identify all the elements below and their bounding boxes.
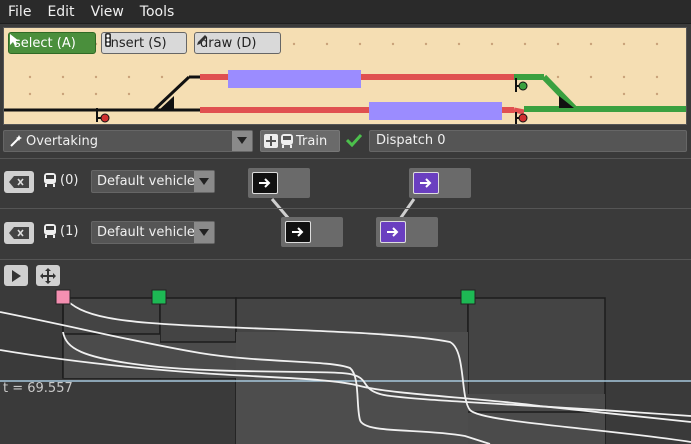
pencil-icon	[197, 35, 207, 45]
dispatch-field[interactable]: Dispatch 0	[369, 130, 687, 152]
signal-red-right[interactable]	[518, 113, 528, 123]
arrow-right-icon[interactable]	[252, 172, 278, 194]
train-1-index: (1)	[60, 224, 79, 239]
chevron-down-icon[interactable]	[232, 131, 252, 151]
marker-signal-2[interactable]	[460, 289, 476, 305]
chevron-down-icon[interactable]	[194, 171, 214, 192]
divider	[0, 208, 691, 209]
signal-red-left[interactable]	[100, 113, 110, 123]
route-block-0b[interactable]	[409, 168, 471, 198]
menu-edit[interactable]: Edit	[39, 0, 82, 24]
time-distance-graph[interactable]	[0, 288, 691, 444]
train-1[interactable]	[369, 102, 502, 120]
insert-tool-button[interactable]: insert (S)	[101, 32, 187, 54]
route-block-1b[interactable]	[376, 217, 438, 247]
vehicle-1-selected: Default vehicle	[97, 225, 195, 240]
menubar: File Edit View Tools	[0, 0, 691, 24]
play-icon	[12, 269, 21, 282]
arrow-right-icon[interactable]	[285, 221, 311, 243]
scenario-controls: Overtaking Train Dispatch 0	[3, 129, 687, 154]
train-0[interactable]	[228, 70, 361, 88]
select-tool-label: select (A)	[14, 35, 76, 51]
insert-tool-label: insert (S)	[107, 35, 167, 51]
train-0-index: (0)	[60, 173, 79, 188]
select-tool-button[interactable]: select (A)	[8, 32, 96, 54]
traffic-light-icon	[105, 33, 111, 47]
train-0-label: (0)	[43, 173, 78, 188]
infrastructure-canvas[interactable]: select (A) insert (S) draw (D)	[3, 27, 687, 125]
menu-tools[interactable]: Tools	[132, 0, 183, 24]
move-view-button[interactable]	[36, 265, 60, 286]
marker-signal-1[interactable]	[151, 289, 167, 305]
vehicle-row-1: (1) Default vehicle	[0, 217, 691, 250]
lower-track-clear	[524, 106, 686, 112]
delete-train-1-button[interactable]	[4, 222, 34, 244]
plus-icon	[264, 134, 278, 148]
scenario-dropdown[interactable]: Overtaking	[3, 130, 253, 152]
arrow-right-icon[interactable]	[380, 221, 406, 243]
play-button[interactable]	[4, 265, 28, 286]
signal-green[interactable]	[518, 81, 528, 91]
move-arrows-icon	[40, 267, 56, 284]
train-icon	[281, 134, 293, 148]
vehicle-0-dropdown[interactable]: Default vehicle	[91, 170, 215, 193]
magic-wand-icon	[10, 135, 22, 147]
backspace-icon	[9, 227, 29, 239]
cursor-arrow-icon	[10, 34, 19, 46]
route-block-1a[interactable]	[281, 217, 343, 247]
train-icon	[44, 173, 56, 187]
marker-start[interactable]	[55, 289, 71, 305]
current-time-label: t = 69.557	[3, 381, 73, 396]
scenario-selected: Overtaking	[26, 133, 98, 149]
menu-file[interactable]: File	[0, 0, 39, 24]
train-1-label: (1)	[43, 224, 78, 239]
backspace-icon	[9, 176, 29, 188]
train-icon	[44, 224, 56, 238]
check-icon	[346, 133, 362, 147]
route-block-0a[interactable]	[248, 168, 310, 198]
vehicle-0-selected: Default vehicle	[97, 174, 195, 189]
chevron-down-icon[interactable]	[194, 222, 214, 243]
vehicle-1-dropdown[interactable]: Default vehicle	[91, 221, 215, 244]
add-train-button[interactable]: Train	[260, 130, 340, 152]
delete-train-0-button[interactable]	[4, 171, 34, 193]
draw-tool-button[interactable]: draw (D)	[194, 32, 281, 54]
divider	[0, 259, 691, 260]
add-train-label: Train	[296, 133, 328, 149]
divider	[0, 158, 691, 159]
arrow-right-icon[interactable]	[413, 172, 439, 194]
menu-view[interactable]: View	[83, 0, 132, 24]
